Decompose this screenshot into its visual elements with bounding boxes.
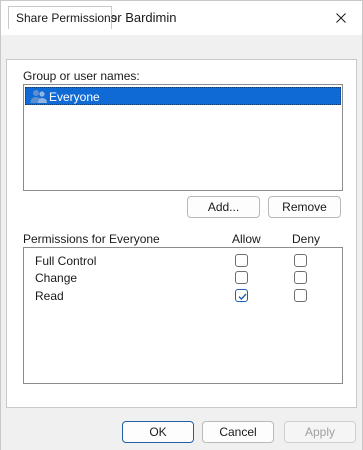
deny-checkbox-change[interactable] (294, 271, 307, 284)
ok-button[interactable]: OK (122, 421, 194, 443)
allow-checkbox-read[interactable] (235, 289, 248, 302)
permission-label-read: Read (35, 289, 64, 303)
permissions-header: Permissions for Everyone (23, 232, 160, 246)
permission-label-full-control: Full Control (35, 254, 97, 268)
permission-label-change: Change (35, 271, 78, 285)
user-name: Everyone (49, 90, 100, 104)
list-item[interactable]: Everyone (25, 87, 341, 105)
apply-button[interactable]: Apply (284, 421, 356, 443)
deny-column-header: Deny (292, 232, 321, 246)
allow-checkbox-change[interactable] (235, 271, 248, 284)
checkmark-icon (238, 293, 247, 301)
add-button[interactable]: Add... (187, 196, 260, 218)
permissions-table: Full Control Change Read (23, 247, 343, 384)
deny-checkbox-full-control[interactable] (294, 254, 307, 267)
remove-button[interactable]: Remove (268, 196, 341, 218)
permissions-dialog: Permissions for Bardimin Share Permissio… (0, 0, 363, 450)
tab-share-permissions[interactable]: Share Permissions (8, 6, 117, 29)
deny-checkbox-read[interactable] (294, 289, 307, 302)
allow-checkbox-full-control[interactable] (235, 254, 248, 267)
close-button[interactable] (326, 5, 356, 31)
allow-column-header: Allow (232, 232, 261, 246)
tab-strip (1, 35, 362, 61)
cancel-button[interactable]: Cancel (202, 421, 274, 443)
users-icon (30, 90, 47, 103)
users-list[interactable]: Everyone (23, 84, 343, 191)
group-user-names-label: Group or user names: (23, 69, 140, 83)
close-icon (336, 13, 346, 23)
